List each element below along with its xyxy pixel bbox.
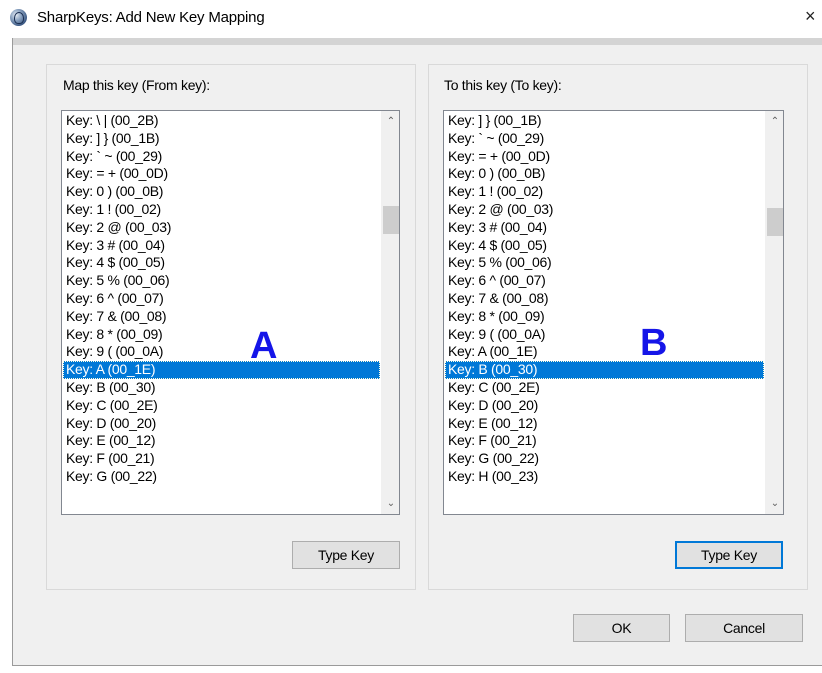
list-item[interactable]: Key: 3 # (00_04) — [445, 219, 764, 237]
list-item[interactable]: Key: 4 $ (00_05) — [63, 254, 380, 272]
from-type-key-button[interactable]: Type Key — [292, 541, 400, 569]
list-item[interactable]: Key: = + (00_0D) — [445, 148, 764, 166]
list-item[interactable]: Key: ] } (00_1B) — [445, 112, 764, 130]
cancel-button[interactable]: Cancel — [685, 614, 803, 642]
to-key-listbox[interactable]: Key: ] } (00_1B) Key: ` ~ (00_29) Key: = +… — [443, 110, 784, 515]
list-item[interactable]: Key: H (00_23) — [445, 468, 764, 486]
from-key-label: Map this key (From key): — [63, 77, 210, 93]
window-bottom-border — [12, 665, 822, 666]
from-key-scroll-thumb[interactable] — [383, 206, 399, 234]
list-item[interactable]: Key: \ | (00_2B) — [63, 112, 380, 130]
list-item[interactable]: Key: ` ~ (00_29) — [445, 130, 764, 148]
scroll-down-icon[interactable]: ⌄ — [382, 495, 399, 512]
list-item[interactable]: Key: G (00_22) — [63, 468, 380, 486]
list-item[interactable]: Key: G (00_22) — [445, 450, 764, 468]
list-item[interactable]: Key: 7 & (00_08) — [63, 308, 380, 326]
annotation-label-a: A — [250, 325, 278, 367]
list-item[interactable]: Key: 1 ! (00_02) — [63, 201, 380, 219]
list-item[interactable]: Key: 8 * (00_09) — [63, 326, 380, 344]
title-bar[interactable]: SharpKeys: Add New Key Mapping × — [0, 0, 822, 38]
list-item[interactable]: Key: 8 * (00_09) — [445, 308, 764, 326]
list-item[interactable]: Key: 5 % (00_06) — [63, 272, 380, 290]
list-item[interactable]: Key: 2 @ (00_03) — [63, 219, 380, 237]
list-item[interactable]: Key: 6 ^ (00_07) — [445, 272, 764, 290]
to-key-group: To this key (To key): Key: ] } (00_1B) Ke… — [428, 64, 808, 590]
list-item[interactable]: Key: E (00_12) — [63, 432, 380, 450]
to-key-list-items: Key: ] } (00_1B) Key: ` ~ (00_29) Key: = +… — [445, 112, 764, 486]
annotation-label-b: B — [640, 322, 668, 364]
list-item[interactable]: Key: 6 ^ (00_07) — [63, 290, 380, 308]
list-item[interactable]: Key: B (00_30) — [63, 379, 380, 397]
list-item[interactable]: Key: = + (00_0D) — [63, 165, 380, 183]
list-item[interactable]: Key: A (00_1E) — [445, 343, 764, 361]
window-left-border — [12, 38, 13, 666]
to-key-label: To this key (To key): — [444, 77, 562, 93]
list-item[interactable]: Key: 0 ) (00_0B) — [63, 183, 380, 201]
to-type-key-button[interactable]: Type Key — [675, 541, 783, 569]
list-item[interactable]: Key: 5 % (00_06) — [445, 254, 764, 272]
list-item[interactable]: Key: 3 # (00_04) — [63, 237, 380, 255]
list-item[interactable]: Key: 2 @ (00_03) — [445, 201, 764, 219]
list-item[interactable]: Key: D (00_20) — [445, 397, 764, 415]
list-item[interactable]: Key: D (00_20) — [63, 415, 380, 433]
scroll-down-icon[interactable]: ⌄ — [766, 495, 783, 512]
from-key-listbox[interactable]: Key: \ | (00_2B) Key: ] } (00_1B) Key: ` ~… — [61, 110, 400, 515]
from-key-scrollbar[interactable]: ⌃ ⌄ — [381, 111, 399, 514]
list-item-selected[interactable]: Key: A (00_1E) — [63, 361, 380, 379]
to-key-scrollbar[interactable]: ⌃ ⌄ — [765, 111, 783, 514]
sharpkeys-app-icon — [10, 9, 27, 26]
list-item[interactable]: Key: 4 $ (00_05) — [445, 237, 764, 255]
to-key-scroll-thumb[interactable] — [767, 208, 783, 236]
list-item[interactable]: Key: 9 ( (00_0A) — [63, 343, 380, 361]
list-item-selected[interactable]: Key: B (00_30) — [445, 361, 764, 379]
list-item[interactable]: Key: F (00_21) — [63, 450, 380, 468]
from-key-group: Map this key (From key): Key: \ | (00_2B… — [46, 64, 416, 590]
list-item[interactable]: Key: E (00_12) — [445, 415, 764, 433]
list-item[interactable]: Key: 1 ! (00_02) — [445, 183, 764, 201]
list-item[interactable]: Key: ` ~ (00_29) — [63, 148, 380, 166]
list-item[interactable]: Key: ] } (00_1B) — [63, 130, 380, 148]
window-title: SharpKeys: Add New Key Mapping — [37, 9, 265, 26]
ok-button[interactable]: OK — [573, 614, 670, 642]
scroll-up-icon[interactable]: ⌃ — [766, 113, 783, 130]
from-key-list-items: Key: \ | (00_2B) Key: ] } (00_1B) Key: ` ~… — [63, 112, 380, 486]
list-item[interactable]: Key: F (00_21) — [445, 432, 764, 450]
list-item[interactable]: Key: C (00_2E) — [63, 397, 380, 415]
close-icon[interactable]: × — [805, 6, 816, 26]
list-item[interactable]: Key: C (00_2E) — [445, 379, 764, 397]
scroll-up-icon[interactable]: ⌃ — [382, 113, 399, 130]
list-item[interactable]: Key: 9 ( (00_0A) — [445, 326, 764, 344]
list-item[interactable]: Key: 7 & (00_08) — [445, 290, 764, 308]
list-item[interactable]: Key: 0 ) (00_0B) — [445, 165, 764, 183]
